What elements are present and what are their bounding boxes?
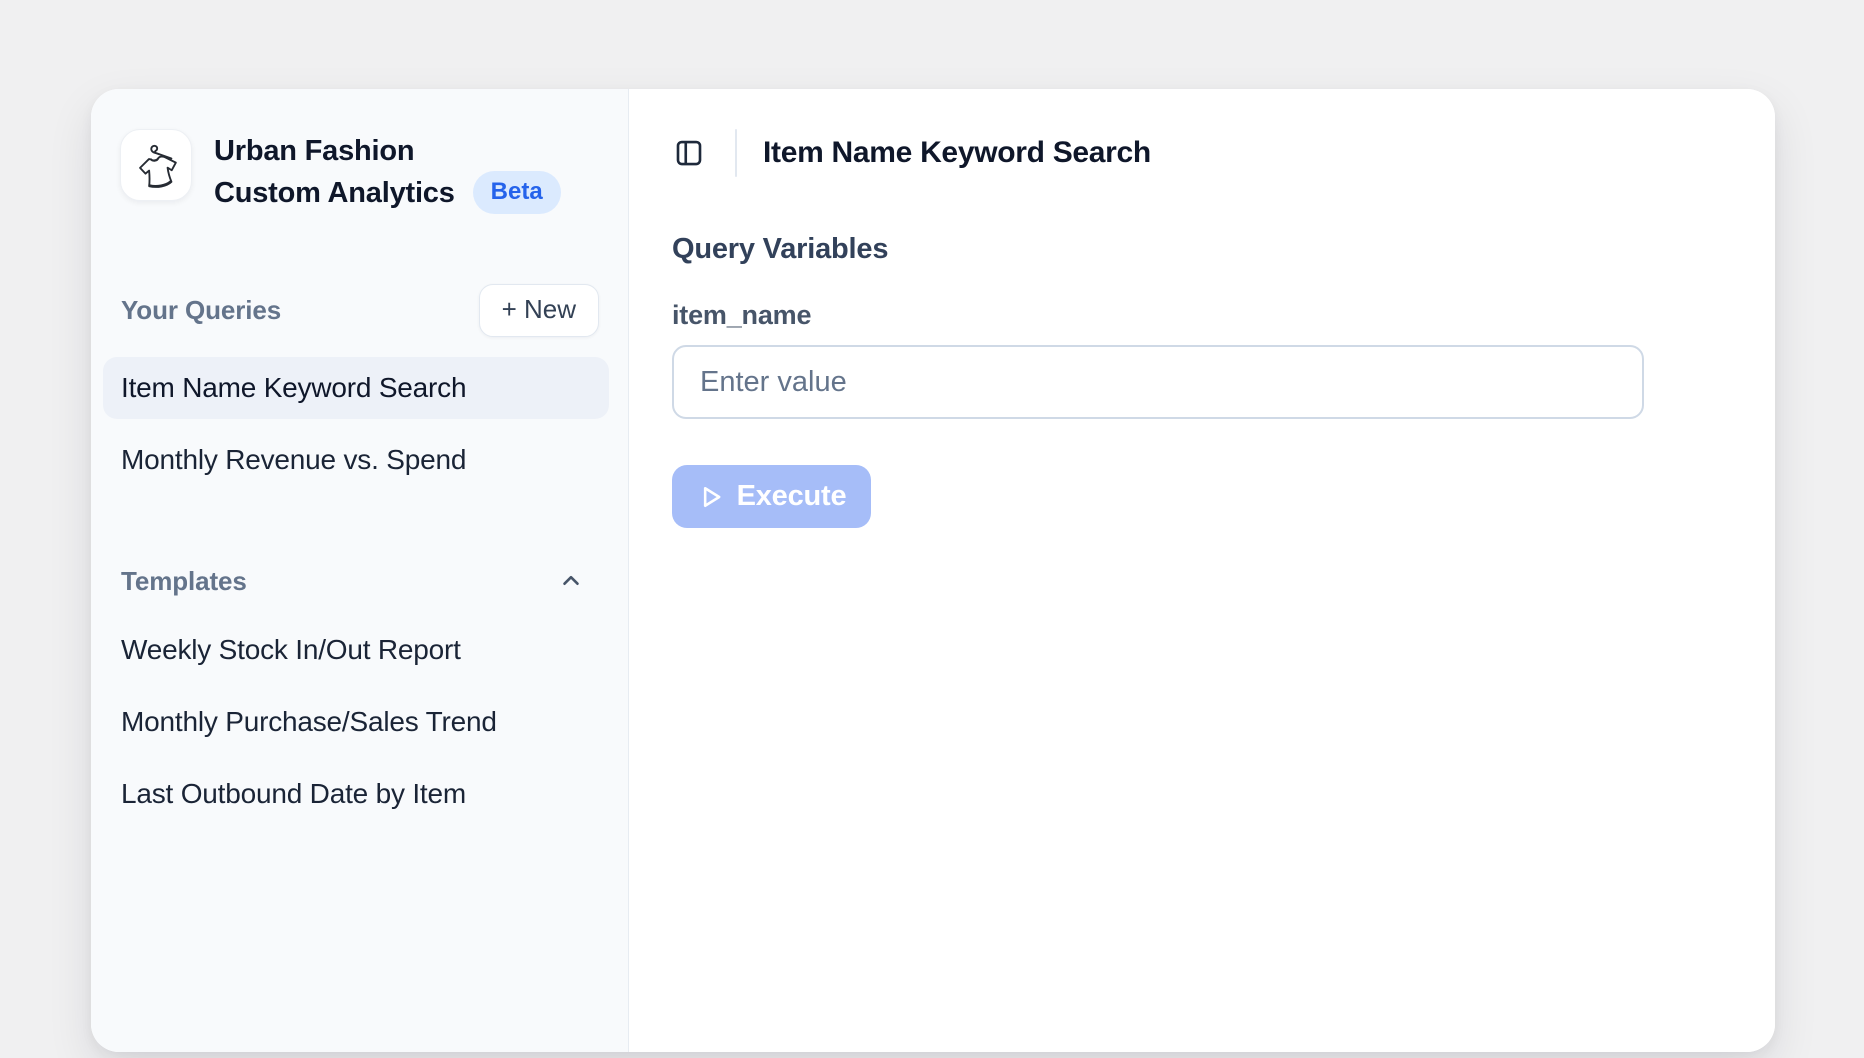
query-item-monthly-revenue-vs-spend[interactable]: Monthly Revenue vs. Spend (103, 429, 609, 491)
template-item-weekly-stock-in-out-report[interactable]: Weekly Stock In/Out Report (103, 619, 609, 681)
brand-title: Urban Fashion Custom Analytics Beta (214, 129, 561, 214)
templates-list: Weekly Stock In/Out Report Monthly Purch… (103, 619, 609, 835)
tshirt-on-hanger-icon (130, 139, 182, 191)
brand: Urban Fashion Custom Analytics Beta (120, 129, 609, 214)
chevron-up-icon (558, 568, 584, 594)
play-icon (697, 483, 725, 511)
beta-badge: Beta (473, 171, 561, 214)
brand-logo (120, 129, 192, 201)
variable-name-label: item_name (672, 300, 1775, 331)
sidebar-toggle-button[interactable] (667, 131, 711, 175)
execute-button[interactable]: Execute (672, 465, 871, 528)
templates-collapse-button[interactable] (551, 561, 591, 601)
sidebar: Urban Fashion Custom Analytics Beta Your… (91, 89, 629, 1052)
page-title: Item Name Keyword Search (763, 136, 1151, 170)
main-header: Item Name Keyword Search (672, 125, 1775, 181)
your-queries-header: Your Queries + New (103, 284, 609, 337)
template-item-monthly-purchase-sales-trend[interactable]: Monthly Purchase/Sales Trend (103, 691, 609, 753)
template-item-last-outbound-date-by-item[interactable]: Last Outbound Date by Item (103, 763, 609, 825)
queries-list: Item Name Keyword Search Monthly Revenue… (103, 357, 609, 501)
query-variables-heading: Query Variables (672, 233, 1775, 266)
main-panel: Item Name Keyword Search Query Variables… (629, 89, 1775, 1052)
query-item-item-name-keyword-search[interactable]: Item Name Keyword Search (103, 357, 609, 419)
your-queries-label: Your Queries (121, 295, 281, 326)
header-divider (735, 129, 737, 177)
panel-left-icon (674, 138, 704, 168)
variable-value-input[interactable] (672, 345, 1644, 419)
brand-title-line2: Custom Analytics (214, 173, 455, 213)
templates-label: Templates (121, 566, 247, 597)
templates-header[interactable]: Templates (103, 561, 609, 601)
app-window: Urban Fashion Custom Analytics Beta Your… (91, 89, 1775, 1052)
new-query-button[interactable]: + New (479, 284, 599, 337)
brand-title-line1: Urban Fashion (214, 131, 561, 171)
execute-button-label: Execute (737, 480, 847, 513)
